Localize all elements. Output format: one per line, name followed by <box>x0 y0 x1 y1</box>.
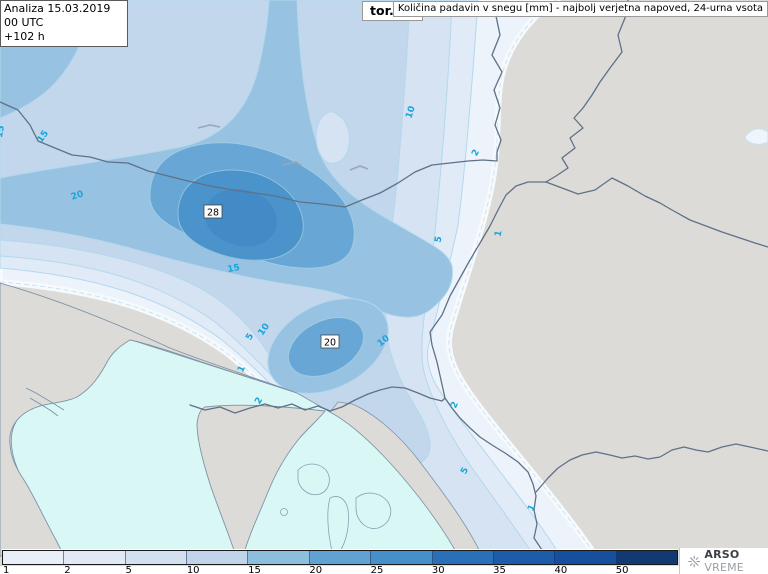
peak-value-label: 20 <box>321 335 339 349</box>
legend-tick-label: 35 <box>493 565 506 574</box>
sun-rays-icon <box>688 554 700 569</box>
legend-tick-label: 1 <box>3 565 9 574</box>
analysis-line1: Analiza 15.03.2019 00 UTC <box>4 2 124 30</box>
legend-cell <box>310 551 371 564</box>
arso-label: ARSO <box>704 548 739 561</box>
analysis-info-box: Analiza 15.03.2019 00 UTC +102 h <box>0 0 128 47</box>
legend-cell <box>433 551 494 564</box>
legend-cell <box>371 551 432 564</box>
svg-text:20: 20 <box>324 338 336 349</box>
analysis-line2: +102 h <box>4 30 124 44</box>
weather-map-app: 15152015102511051210251 2820 Analiza 15.… <box>0 0 768 574</box>
legend-cell <box>64 551 125 564</box>
legend-cell <box>617 551 677 564</box>
legend-tick-label: 25 <box>371 565 384 574</box>
legend-cell <box>3 551 64 564</box>
legend-tick-label: 40 <box>554 565 567 574</box>
vreme-label: VREME <box>704 561 744 574</box>
legend-tick-label: 30 <box>432 565 445 574</box>
color-scale-legend: ARSO VREME 1251015202530354050 <box>0 548 768 574</box>
legend-cell <box>126 551 187 564</box>
legend-tick-label: 50 <box>616 565 629 574</box>
arso-vreme-brand: ARSO VREME <box>679 548 768 574</box>
legend-number-row <box>0 566 768 574</box>
legend-cell <box>494 551 555 564</box>
svg-text:28: 28 <box>207 208 219 219</box>
map-title: Količina padavin v snegu [mm] - najbolj … <box>393 1 768 17</box>
peak-value-label: 28 <box>204 205 222 219</box>
legend-tick-label: 2 <box>64 565 70 574</box>
legend-tick-label: 10 <box>187 565 200 574</box>
legend-color-bar <box>2 550 678 565</box>
legend-cell <box>187 551 248 564</box>
legend-tick-label: 15 <box>248 565 261 574</box>
legend-cell <box>555 551 616 564</box>
precipitation-contour-map: 15152015102511051210251 2820 <box>0 0 768 574</box>
legend-cell <box>248 551 309 564</box>
legend-tick-label: 5 <box>126 565 132 574</box>
legend-tick-label: 20 <box>309 565 322 574</box>
